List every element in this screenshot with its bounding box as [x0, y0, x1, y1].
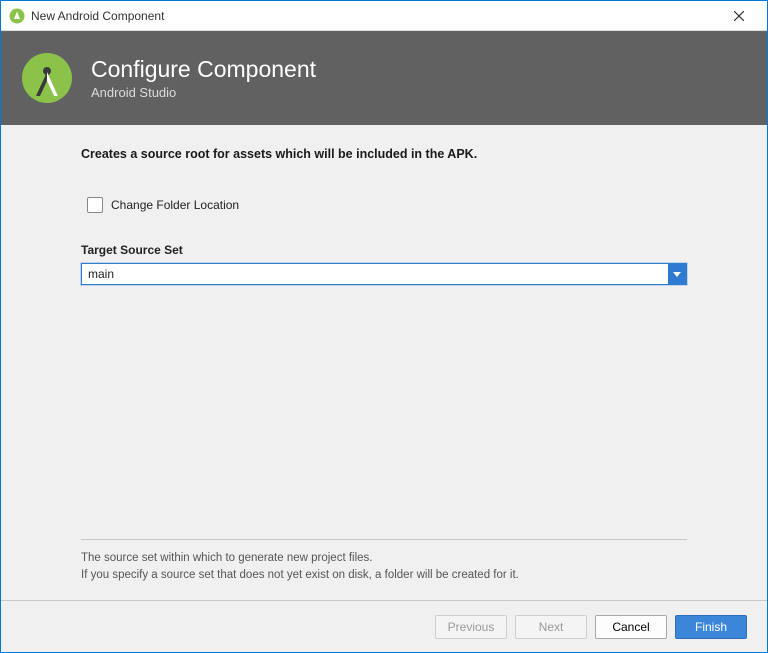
target-source-set-value: main: [82, 267, 668, 281]
finish-button[interactable]: Finish: [675, 615, 747, 639]
header-banner: Configure Component Android Studio: [1, 31, 767, 125]
change-folder-location-checkbox[interactable]: [87, 197, 103, 213]
window-title: New Android Component: [31, 9, 719, 23]
help-line-2: If you specify a source set that does no…: [81, 567, 687, 584]
help-line-1: The source set within which to generate …: [81, 550, 687, 567]
next-button: Next: [515, 615, 587, 639]
previous-button: Previous: [435, 615, 507, 639]
page-title: Configure Component: [91, 56, 316, 84]
close-icon[interactable]: [719, 2, 759, 30]
change-folder-location-row[interactable]: Change Folder Location: [87, 197, 687, 213]
cancel-button[interactable]: Cancel: [595, 615, 667, 639]
description-text: Creates a source root for assets which w…: [81, 147, 687, 161]
divider: [81, 539, 687, 540]
change-folder-location-label: Change Folder Location: [111, 198, 239, 212]
content-area: Creates a source root for assets which w…: [1, 125, 767, 580]
android-studio-logo-icon: [21, 52, 73, 104]
target-source-set-combobox[interactable]: main: [81, 263, 687, 285]
target-source-set-label: Target Source Set: [81, 243, 687, 257]
android-studio-icon: [9, 8, 25, 24]
chevron-down-icon[interactable]: [668, 264, 686, 284]
help-text-area: The source set within which to generate …: [81, 539, 687, 585]
page-subtitle: Android Studio: [91, 85, 316, 100]
footer-button-bar: Previous Next Cancel Finish: [1, 600, 767, 652]
titlebar: New Android Component: [1, 1, 767, 31]
